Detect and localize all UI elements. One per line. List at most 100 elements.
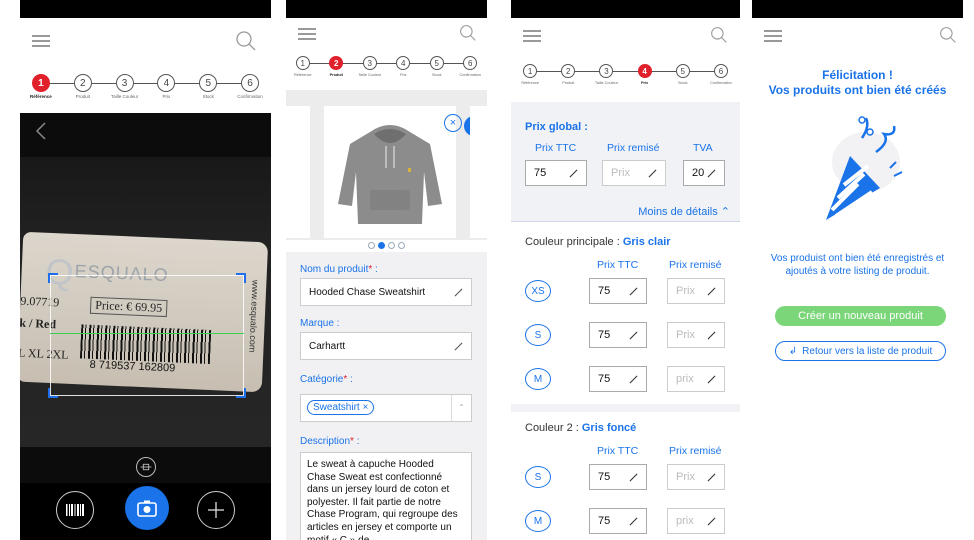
gallery-main-card[interactable]: × [324,106,462,238]
step-label: Stock [202,94,214,99]
size-ttc-input[interactable]: 75 [589,508,647,534]
category-chip[interactable]: Sweatshirt × [307,400,375,415]
less-details-link[interactable]: Moins de détails ⌃ [638,205,730,218]
category-label: Catégorie* : [300,374,353,385]
scan-frame [50,275,244,396]
pencil-icon [707,517,716,526]
size-ttc-input[interactable]: 75 [589,464,647,490]
scan-corner [48,273,58,283]
back-to-list-button[interactable]: ↲ Retour vers la liste de produit [775,341,946,361]
status-bar [20,0,271,18]
size-remise-input[interactable]: Prix [667,322,725,348]
menu-icon[interactable] [298,28,316,40]
step-6[interactable]: 6 Confirmation [229,74,271,100]
step-4[interactable]: 4 Prix [145,74,205,100]
plus-icon [208,502,224,518]
menu-icon[interactable] [523,30,541,42]
description-textarea[interactable]: Le sweat à capuche Hooded Chase Sweat es… [300,452,472,540]
step-1[interactable]: 1 Référence [286,56,333,77]
barcode-scan-button[interactable] [56,491,94,529]
price-form: Prix global : Prix TTC Prix remisé TVA 7… [511,102,740,540]
color2-col-remise: Prix remisé [669,445,722,457]
carousel-dot[interactable] [378,242,385,249]
camera-viewfinder[interactable]: QESQUALO 9.07719 Price: € 69.95 k / Red … [20,113,271,540]
product-name-input[interactable]: Hooded Chase Sweatshirt [300,278,472,306]
step-circle: 4 [396,56,411,70]
add-button[interactable] [197,491,235,529]
size-ttc-input[interactable]: 75 [589,322,647,348]
status-bar [511,0,740,18]
color2-col-ttc: Prix TTC [597,445,639,457]
brand-input[interactable]: Carhartt [300,332,472,360]
size-remise-input[interactable]: Prix [667,278,725,304]
step-2[interactable]: 2 Produit [549,64,603,85]
flashlight-icon[interactable] [136,457,156,477]
gallery-prev-card [286,106,310,238]
step-6[interactable]: 6 Confirmation [454,56,488,77]
search-icon[interactable] [710,26,728,44]
category-select[interactable]: Sweatshirt × ⌃ [300,394,472,422]
status-bar [752,0,963,18]
size-remise-input[interactable]: Prix [667,464,725,490]
scan-line [50,333,244,334]
step-label: Stock [432,73,442,77]
pencil-icon [707,287,716,296]
description-label: Description* : [300,436,360,447]
step-4[interactable]: 4 Prix [626,64,679,85]
step-3[interactable]: 3 Taille Couleur [353,56,400,77]
menu-icon[interactable] [764,30,782,42]
screen-product: 1 Référence 2 Produit 3 Taille Couleur 4 Prix 5 S… [286,0,487,540]
step-3[interactable]: 3 Taille Couleur [104,74,163,100]
screen-confirmation: Félicitation ! Vos produits ont bien été… [752,0,963,540]
step-2[interactable]: 2 Produit [62,74,121,100]
step-2[interactable]: 2 Produit [320,56,367,77]
step-3[interactable]: 3 Taille Couleur [587,64,641,85]
back-chevron-icon[interactable] [34,121,48,141]
product-gallery[interactable]: × + [286,90,487,240]
global-tva-input[interactable]: 20 [683,160,725,186]
step-label: Confirmation [459,73,482,77]
global-remise-input[interactable]: Prix [602,160,666,186]
global-price-title: Prix global : [525,121,588,133]
camera-controls [20,483,271,540]
step-label: Prix [399,73,407,77]
step-5[interactable]: 5 Stock [420,56,467,77]
size-remise-input[interactable]: prix [667,508,725,534]
global-ttc-input[interactable]: 75 [525,160,587,186]
col-ttc: Prix TTC [535,142,577,154]
pencil-icon [629,331,638,340]
scan-corner [236,388,246,398]
step-5[interactable]: 5 Stock [187,74,246,100]
step-connector [533,71,565,72]
step-circle: 2 [73,74,92,92]
carousel-dots[interactable] [286,242,487,249]
size-remise-input[interactable]: prix [667,366,725,392]
camera-capture-button[interactable] [125,486,169,530]
step-5[interactable]: 5 Stock [664,64,718,85]
step-6[interactable]: 6 Confirmation [702,64,740,85]
step-4[interactable]: 4 Prix [387,56,434,77]
pencil-icon [629,287,638,296]
chip-remove-icon[interactable]: × [362,402,368,413]
stepper: 1 Référence 2 Produit 3 Taille Couleur 4 Prix 5 S… [511,64,740,85]
search-icon[interactable] [235,30,257,52]
remove-image-icon[interactable]: × [444,114,462,132]
menu-icon[interactable] [32,35,50,47]
create-new-product-button[interactable]: Créer un nouveau produit [775,306,946,326]
step-label: Produit [562,81,575,85]
select-arrow-icon[interactable]: ⌃ [451,395,471,421]
scan-corner [236,273,246,283]
pencil-icon [629,375,638,384]
carousel-dot[interactable] [368,242,375,249]
step-1[interactable]: 1 Référence [511,64,565,85]
chevron-up-icon: ⌃ [720,206,730,218]
carousel-dot[interactable] [398,242,405,249]
search-icon[interactable] [939,26,957,44]
carousel-dot[interactable] [388,242,395,249]
pencil-icon [569,169,578,178]
step-1[interactable]: 1 Référence [20,74,79,100]
search-icon[interactable] [459,24,477,42]
size-ttc-input[interactable]: 75 [589,278,647,304]
color1-col-ttc: Prix TTC [597,259,639,271]
size-ttc-input[interactable]: 75 [589,366,647,392]
